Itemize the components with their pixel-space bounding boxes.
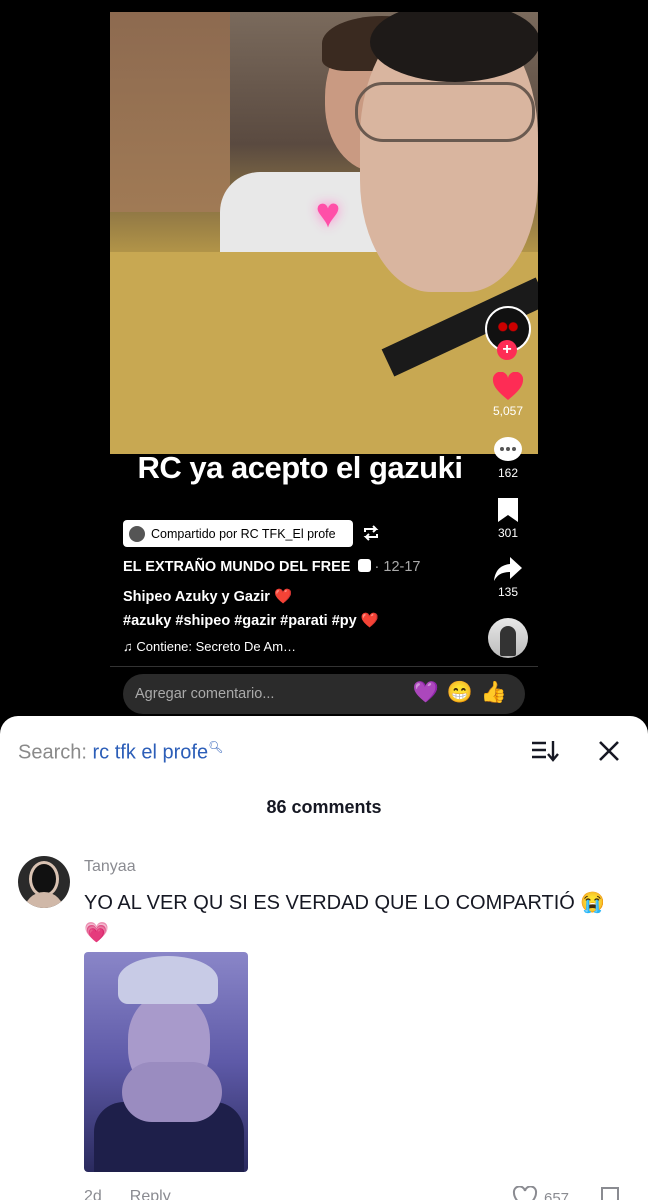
comment-image[interactable]	[84, 952, 248, 1172]
divider	[110, 666, 538, 667]
search-query-link[interactable]: rc tfk el profe	[92, 742, 208, 764]
quick-emoji-row[interactable]: 💜😁👍	[413, 681, 515, 705]
comments-sheet: Search: rc tfk el profe🔍︎ 86 comments Ta…	[0, 716, 648, 1200]
repost-icon[interactable]	[361, 524, 381, 542]
account-name[interactable]: EL EXTRAÑO MUNDO DEL FREE	[123, 559, 350, 575]
comment-meta: 2d Reply	[84, 1188, 199, 1200]
video-title: Shipeo Azuky y Gazir ❤️	[123, 589, 293, 605]
dislike-icon[interactable]	[598, 1186, 626, 1200]
shared-by-label: Compartido por RC TFK_El profe	[151, 526, 336, 541]
shared-by-pill[interactable]: Compartido por RC TFK_El profe	[123, 520, 353, 547]
background-wall	[110, 12, 230, 212]
comment-count-heading: 86 comments	[266, 797, 382, 817]
shared-video-screenshot: ♥ RC ya acepto el gazuki + 5,057 162 301…	[0, 0, 648, 740]
glasses	[355, 82, 535, 142]
search-row[interactable]: Search: rc tfk el profe🔍︎	[18, 740, 223, 765]
search-icon: 🔍︎	[208, 740, 224, 754]
video-hashtags[interactable]: #azuky #shipeo #gazir #parati #py ❤️	[123, 612, 379, 629]
comment-text: YO AL VER QU SI ES VERDAD QUE LO COMPART…	[84, 892, 606, 944]
comment-like-count: 657	[544, 1189, 570, 1200]
sort-icon[interactable]	[530, 738, 560, 764]
like-action[interactable]: 5,057	[480, 372, 536, 418]
sharer-avatar	[129, 525, 145, 542]
commenter-username[interactable]: Tanyaa	[84, 858, 136, 876]
comment-bubble-icon[interactable]	[493, 436, 523, 464]
comment-count-rail: 162	[497, 466, 519, 480]
video-caption: RC ya acepto el gazuki	[137, 450, 463, 485]
comment-placeholder: Agregar comentario...	[135, 686, 275, 702]
video-frame[interactable]: ♥	[110, 12, 538, 454]
heart-outline-icon[interactable]	[512, 1186, 538, 1200]
comment-action[interactable]: 162	[480, 436, 536, 480]
share-action[interactable]: 135	[480, 555, 536, 599]
comment-age: 2d	[84, 1188, 102, 1200]
account-line[interactable]: EL EXTRAÑO MUNDO DEL FREE · 12-17	[123, 559, 420, 575]
save-action[interactable]: 301	[480, 496, 536, 540]
share-count: 135	[497, 585, 519, 599]
save-count: 301	[497, 526, 519, 540]
bookmark-icon[interactable]	[496, 496, 520, 524]
follow-plus-icon[interactable]: +	[497, 340, 517, 360]
share-arrow-icon[interactable]	[493, 555, 523, 583]
search-prefix: Search:	[18, 741, 93, 764]
music-line[interactable]: ♫ Contiene: Secreto De Am…	[123, 639, 296, 654]
like-count: 5,057	[492, 404, 524, 418]
verified-badge-icon	[357, 559, 371, 572]
heart-sticker-icon: ♥	[315, 189, 341, 236]
commenter-avatar[interactable]	[18, 856, 70, 908]
post-date: · 12-17	[374, 559, 421, 575]
add-comment-input[interactable]: Agregar comentario... 💜😁👍	[123, 674, 525, 714]
close-icon[interactable]	[596, 738, 622, 764]
heart-icon[interactable]	[492, 372, 524, 402]
music-disc-avatar[interactable]	[488, 618, 528, 658]
comment-like-button[interactable]: 657	[512, 1186, 569, 1200]
reply-button[interactable]: Reply	[130, 1188, 171, 1200]
